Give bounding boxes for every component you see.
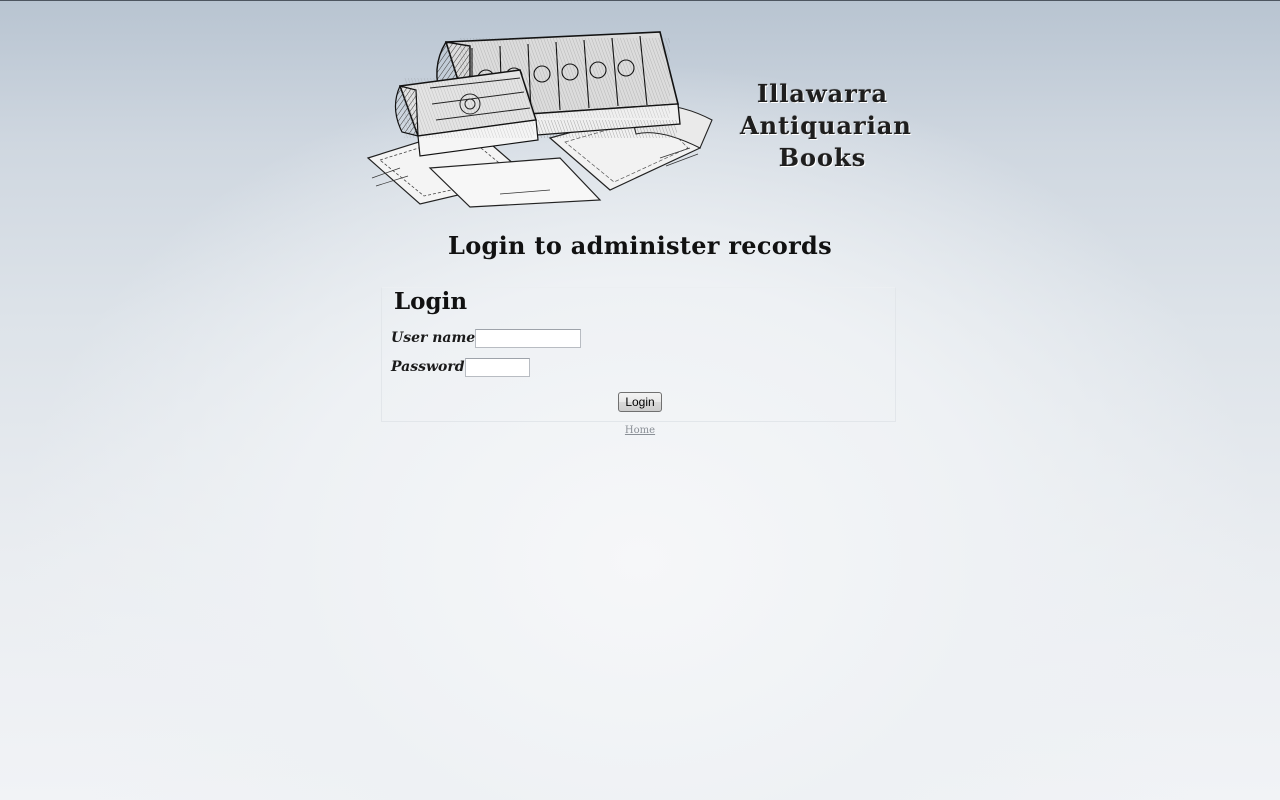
login-panel-title: Login <box>394 288 468 315</box>
site-title-line-3: Books <box>778 143 867 172</box>
password-input[interactable] <box>464 357 530 377</box>
password-row: Password <box>391 357 530 377</box>
site-title-line-1: Illawarra <box>756 79 889 108</box>
home-link[interactable]: Home <box>560 424 720 438</box>
site-header: Illawarra Antiquarian Books <box>360 8 920 208</box>
password-label: Password <box>391 359 465 375</box>
site-title-line-2: Antiquarian <box>740 111 912 140</box>
page-title: Login to administer records <box>448 231 832 260</box>
username-label: User name <box>391 330 476 346</box>
username-input[interactable] <box>475 328 582 348</box>
login-panel: Login User name Password Login <box>381 287 896 422</box>
site-title: Illawarra Antiquarian Books <box>740 78 912 174</box>
login-button[interactable]: Login <box>618 392 662 412</box>
username-row: User name <box>391 328 582 348</box>
antique-books-illustration <box>366 31 713 208</box>
window-top-border <box>0 0 1280 1</box>
